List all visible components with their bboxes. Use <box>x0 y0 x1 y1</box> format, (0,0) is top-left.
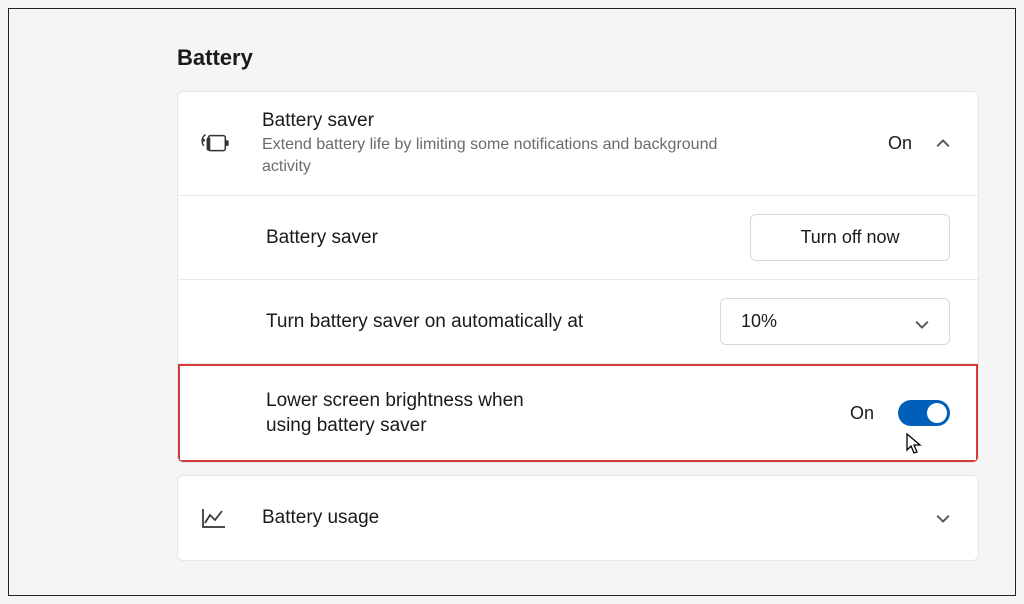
battery-saver-auto-row: Turn battery saver on automatically at 1… <box>178 280 978 364</box>
battery-usage-group: Battery usage <box>177 475 979 561</box>
cursor-icon <box>904 432 924 456</box>
chevron-down-icon <box>936 511 950 525</box>
battery-saver-status: On <box>888 133 912 154</box>
battery-saver-auto-value: 10% <box>741 311 777 332</box>
battery-saver-auto-select[interactable]: 10% <box>720 298 950 345</box>
battery-usage-row[interactable]: Battery usage <box>178 476 978 560</box>
settings-panel: Battery Battery saver Extend battery lif… <box>8 8 1016 596</box>
battery-saver-header-desc: Extend battery life by limiting some not… <box>262 134 722 177</box>
battery-saver-auto-label: Turn battery saver on automatically at <box>266 311 720 333</box>
lower-brightness-status: On <box>850 403 874 424</box>
battery-saver-turnoff-label: Battery saver <box>266 227 750 249</box>
battery-saver-header-text: Battery saver Extend battery life by lim… <box>262 110 888 177</box>
lower-brightness-label: Lower screen brightness when using batte… <box>266 388 850 439</box>
section-title: Battery <box>177 45 979 71</box>
battery-saver-header-title: Battery saver <box>262 110 888 132</box>
lower-brightness-line2: using battery saver <box>266 415 427 436</box>
battery-saver-header[interactable]: Battery saver Extend battery life by lim… <box>178 92 978 196</box>
toggle-knob <box>927 403 947 423</box>
lower-brightness-line1: Lower screen brightness when <box>266 390 524 411</box>
turn-off-now-button[interactable]: Turn off now <box>750 214 950 261</box>
battery-saver-icon <box>200 132 244 156</box>
chevron-down-icon <box>915 315 929 329</box>
battery-usage-title: Battery usage <box>262 507 936 529</box>
lower-brightness-row: Lower screen brightness when using batte… <box>178 364 978 462</box>
battery-saver-turnoff-row: Battery saver Turn off now <box>178 196 978 280</box>
battery-saver-group: Battery saver Extend battery life by lim… <box>177 91 979 463</box>
chart-icon <box>200 506 244 530</box>
chevron-up-icon <box>936 137 950 151</box>
lower-brightness-toggle[interactable] <box>898 400 950 426</box>
